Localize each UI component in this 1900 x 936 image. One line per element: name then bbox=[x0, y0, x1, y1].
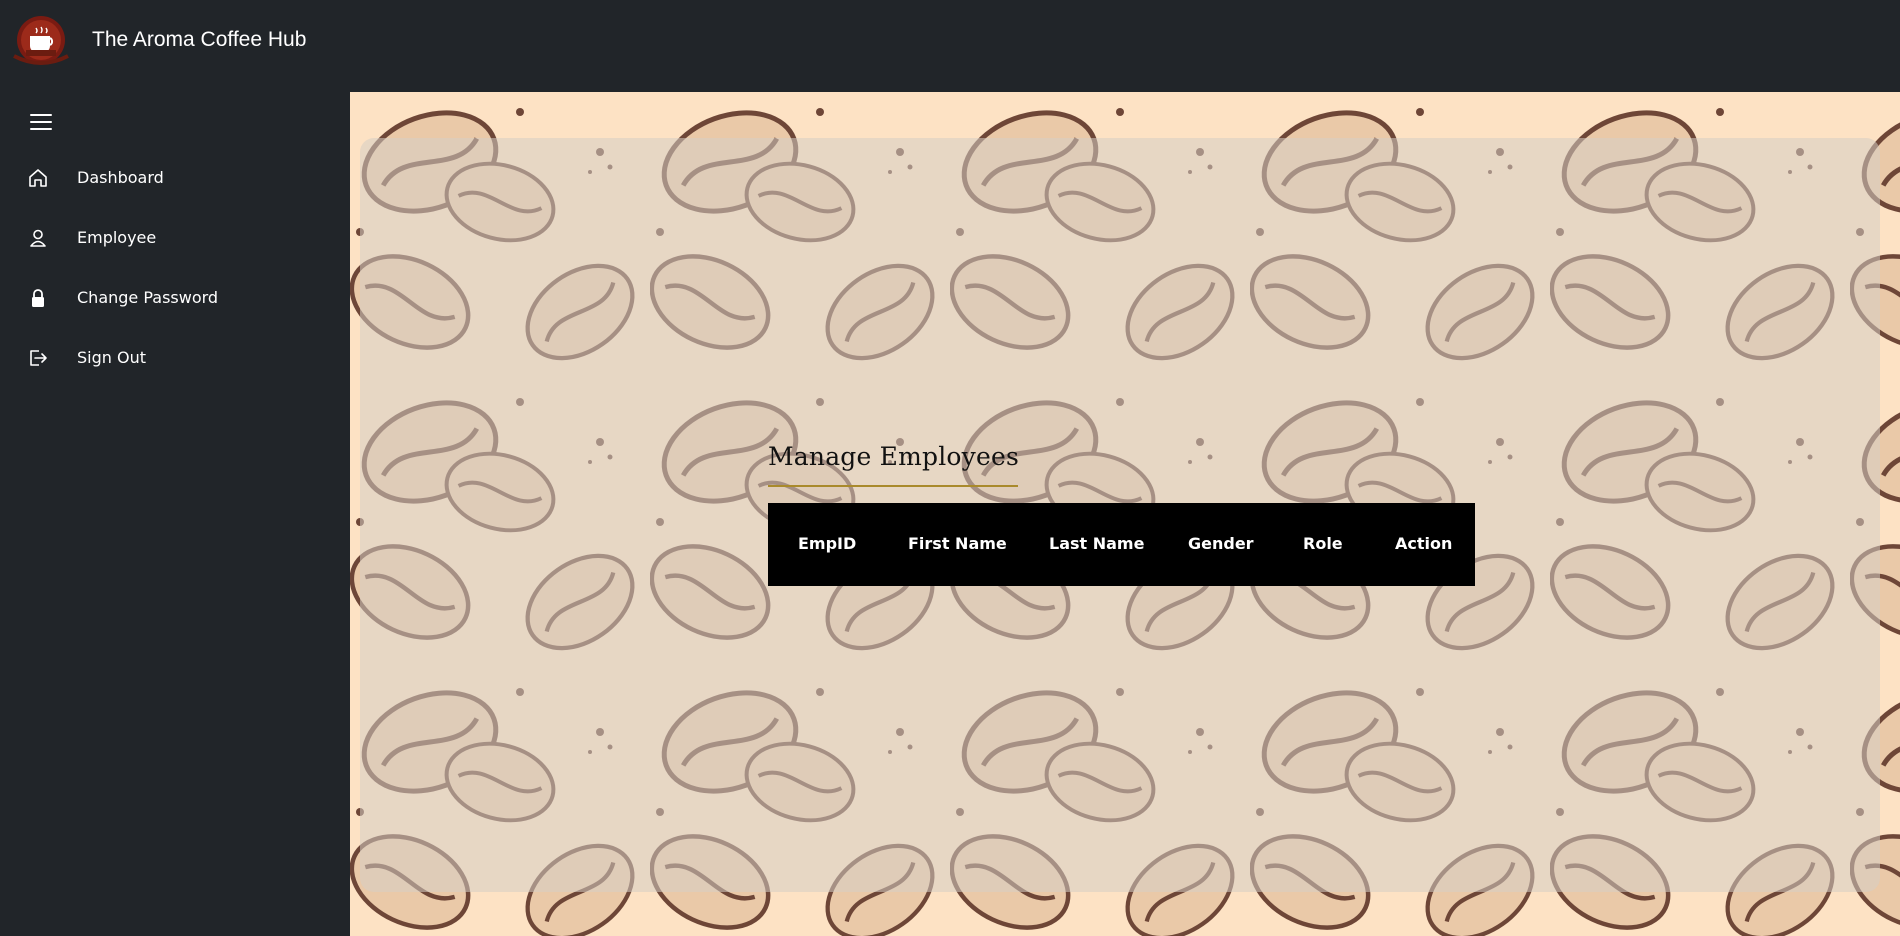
column-header-last-name[interactable]: Last Name bbox=[1049, 534, 1144, 553]
sidebar-item-dashboard[interactable]: Dashboard bbox=[0, 156, 350, 200]
sidebar: Dashboard Employee Change Password Sign … bbox=[0, 92, 350, 936]
coffee-logo-icon[interactable] bbox=[8, 14, 74, 72]
sign-out-icon bbox=[27, 347, 49, 369]
sidebar-item-change-password[interactable]: Change Password bbox=[0, 276, 350, 320]
sidebar-item-sign-out[interactable]: Sign Out bbox=[0, 336, 350, 380]
sidebar-item-label: Employee bbox=[77, 228, 157, 247]
sidebar-item-label: Sign Out bbox=[77, 348, 146, 367]
column-header-first-name[interactable]: First Name bbox=[908, 534, 1007, 553]
column-header-empid[interactable]: EmpID bbox=[798, 534, 856, 553]
column-header-action[interactable]: Action bbox=[1395, 534, 1452, 553]
column-header-role[interactable]: Role bbox=[1303, 534, 1343, 553]
main-content: Manage Employees EmpID First Name Last N… bbox=[350, 92, 1900, 936]
top-navbar: The Aroma Coffee Hub bbox=[0, 0, 1900, 92]
employee-table-header: EmpID First Name Last Name Gender Role A… bbox=[768, 503, 1475, 586]
page-title: Manage Employees bbox=[768, 442, 1020, 471]
column-header-gender[interactable]: Gender bbox=[1188, 534, 1254, 553]
person-icon bbox=[27, 227, 49, 249]
home-icon bbox=[27, 167, 49, 189]
app-title: The Aroma Coffee Hub bbox=[92, 28, 307, 51]
sidebar-item-label: Dashboard bbox=[77, 168, 164, 187]
sidebar-item-label: Change Password bbox=[77, 288, 219, 307]
sidebar-item-employee[interactable]: Employee bbox=[0, 216, 350, 260]
hamburger-icon[interactable] bbox=[30, 114, 52, 134]
title-underline bbox=[768, 485, 1018, 487]
lock-icon bbox=[27, 287, 49, 309]
